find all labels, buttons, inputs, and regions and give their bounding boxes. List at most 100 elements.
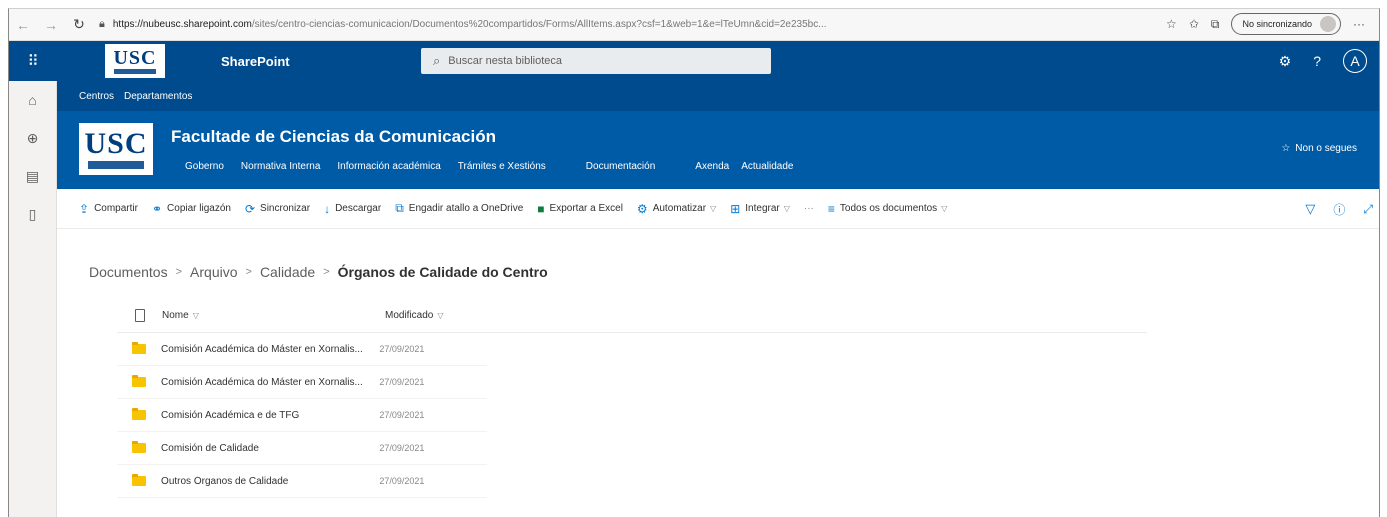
export-excel-button[interactable]: ■ Exportar a Excel	[537, 202, 623, 216]
follow-button[interactable]: ☆ Non o segues	[1281, 143, 1357, 154]
hub-navigation: Centros Departamentos	[57, 81, 1379, 111]
document-icon[interactable]: ▯	[9, 195, 56, 233]
item-name[interactable]: Comisión de Calidade	[161, 443, 379, 454]
collections-icon[interactable]: ⧉	[1211, 17, 1220, 32]
site-nav-axenda[interactable]: Axenda	[695, 161, 729, 172]
copy-link-button[interactable]: ⚭ Copiar ligazón	[152, 202, 231, 216]
refresh-icon[interactable]: ↻	[65, 13, 93, 37]
list-item[interactable]: Comisión Académica do Máster en Xornalis…	[117, 366, 487, 399]
follow-label: Non o segues	[1295, 143, 1357, 154]
view-selector[interactable]: ≡ Todos os documentos ▽	[828, 202, 947, 216]
file-type-icon[interactable]	[134, 309, 145, 322]
site-header: USC Facultade de Ciencias da Comunicació…	[57, 111, 1379, 189]
folder-icon	[132, 408, 147, 420]
account-avatar[interactable]: A	[1343, 49, 1367, 73]
usc-logo[interactable]: USC	[105, 44, 165, 78]
command-bar: ⇪ Compartir ⚭ Copiar ligazón ⟳ Sincroniz…	[57, 189, 1379, 229]
view-list-icon: ≡	[827, 201, 835, 216]
chevron-down-icon: ▽	[710, 204, 717, 213]
chevron-down-icon: ▽	[783, 204, 790, 213]
add-shortcut-button[interactable]: ⧉ Engadir atallo a OneDrive	[395, 201, 523, 216]
profile-avatar-icon	[1320, 16, 1336, 32]
folder-icon	[132, 375, 147, 387]
breadcrumb-documentos[interactable]: Documentos	[89, 264, 168, 280]
site-nav-actualidade[interactable]: Actualidade	[741, 161, 793, 172]
sync-icon: ⟳	[244, 201, 256, 216]
item-modified: 27/09/2021	[379, 377, 425, 387]
chevron-down-icon: ▽	[437, 311, 444, 320]
sync-status-label: No sincronizando	[1242, 19, 1312, 29]
favorites-icon[interactable]: ✩	[1189, 17, 1199, 31]
share-button[interactable]: ⇪ Compartir	[79, 202, 138, 216]
suite-actions: ⚙ ? A	[1279, 49, 1367, 73]
suite-bar: ⠿ USC SharePoint ⌕ Buscar nesta bibliote…	[9, 41, 1379, 81]
breadcrumb-calidade[interactable]: Calidade	[260, 264, 315, 280]
item-name[interactable]: Comisión Académica e de TFG	[161, 410, 379, 421]
expand-icon[interactable]: ⤢	[1363, 202, 1373, 217]
share-icon: ⇪	[79, 201, 90, 216]
site-nav-normativa[interactable]: Normativa Interna	[241, 161, 320, 172]
lock-icon: 🔒︎	[99, 18, 105, 30]
forward-icon[interactable]: →	[37, 13, 65, 37]
command-bar-right: ▽ ⓘ ⤢	[1305, 189, 1379, 229]
site-nav-goberno[interactable]: Goberno	[185, 161, 224, 172]
site-navigation: Goberno Normativa Interna Información ac…	[185, 161, 810, 172]
breadcrumb-arquivo[interactable]: Arquivo	[190, 264, 237, 280]
automate-button[interactable]: ⚙ Automatizar ▽	[637, 202, 716, 216]
column-header-name[interactable]: Nome ▽	[162, 310, 385, 321]
column-header-modified[interactable]: Modificado ▽	[385, 310, 495, 321]
search-icon: ⌕	[433, 53, 441, 68]
hubnav-item-departamentos[interactable]: Departamentos	[124, 91, 192, 102]
app-launcher-icon[interactable]: ⠿	[9, 41, 57, 81]
item-name[interactable]: Comisión Académica do Máster en Xornalis…	[161, 377, 379, 388]
list-item[interactable]: Outros Órganos de Calidade 27/09/2021	[117, 465, 487, 498]
more-commands-button[interactable]: ···	[804, 203, 814, 214]
download-icon: ↓	[324, 201, 331, 216]
back-icon[interactable]: ←	[9, 13, 37, 37]
item-modified: 27/09/2021	[379, 443, 425, 453]
info-icon[interactable]: ⓘ	[1333, 201, 1345, 218]
search-placeholder: Buscar nesta biblioteca	[448, 55, 563, 67]
item-modified: 27/09/2021	[379, 344, 425, 354]
star-icon: ☆	[1281, 143, 1291, 154]
list-item[interactable]: Comisión Académica e de TFG 27/09/2021	[117, 399, 487, 432]
favorite-add-icon[interactable]: ☆	[1166, 17, 1177, 31]
chevron-right-icon: >	[175, 266, 183, 278]
left-rail: ⌂ ⊕ ▤ ▯	[9, 41, 57, 517]
site-nav-informacion[interactable]: Información académica	[337, 161, 440, 172]
list-item[interactable]: Comisión Académica do Máster en Xornalis…	[117, 333, 487, 366]
folder-icon	[132, 441, 147, 453]
more-options-icon[interactable]: ···	[1353, 17, 1365, 31]
home-icon[interactable]: ⌂	[9, 81, 56, 119]
document-list: Nome ▽ Modificado ▽ Comisión Académica d…	[117, 299, 1147, 498]
site-nav-documentacion[interactable]: Documentación	[586, 161, 655, 172]
search-box[interactable]: ⌕ Buscar nesta biblioteca	[421, 48, 771, 74]
shortcut-icon: ⧉	[395, 201, 404, 215]
download-button[interactable]: ↓ Descargar	[324, 202, 381, 216]
integrate-button[interactable]: ⊞ Integrar ▽	[730, 202, 790, 216]
address-bar[interactable]: 🔒︎ https://nubeusc.sharepoint.com /sites…	[99, 18, 869, 31]
integrate-icon: ⊞	[730, 201, 741, 216]
site-title[interactable]: Facultade de Ciencias da Comunicación	[171, 127, 496, 147]
site-logo[interactable]: USC	[79, 123, 153, 175]
settings-gear-icon[interactable]: ⚙	[1279, 53, 1292, 70]
sync-status-button[interactable]: No sincronizando	[1231, 13, 1341, 35]
excel-icon: ■	[537, 201, 545, 216]
help-icon[interactable]: ?	[1313, 53, 1321, 69]
globe-icon[interactable]: ⊕	[9, 119, 56, 157]
chevron-right-icon: >	[323, 266, 330, 278]
app-name[interactable]: SharePoint	[221, 54, 290, 69]
url-host: https://nubeusc.sharepoint.com	[112, 19, 252, 30]
item-name[interactable]: Outros Órganos de Calidade	[161, 476, 379, 487]
site-nav-tramites[interactable]: Trámites e Xestións	[458, 161, 546, 172]
news-icon[interactable]: ▤	[9, 157, 56, 195]
item-modified: 27/09/2021	[379, 476, 425, 486]
item-name[interactable]: Comisión Académica do Máster en Xornalis…	[161, 344, 379, 355]
chevron-down-icon: ▽	[192, 311, 199, 320]
hubnav-item-centros[interactable]: Centros	[79, 91, 114, 102]
list-item[interactable]: Comisión de Calidade 27/09/2021	[117, 432, 487, 465]
chevron-down-icon: ▽	[941, 204, 948, 213]
chevron-right-icon: >	[245, 266, 252, 278]
filter-icon[interactable]: ▽	[1305, 201, 1315, 217]
sync-button[interactable]: ⟳ Sincronizar	[245, 202, 310, 216]
